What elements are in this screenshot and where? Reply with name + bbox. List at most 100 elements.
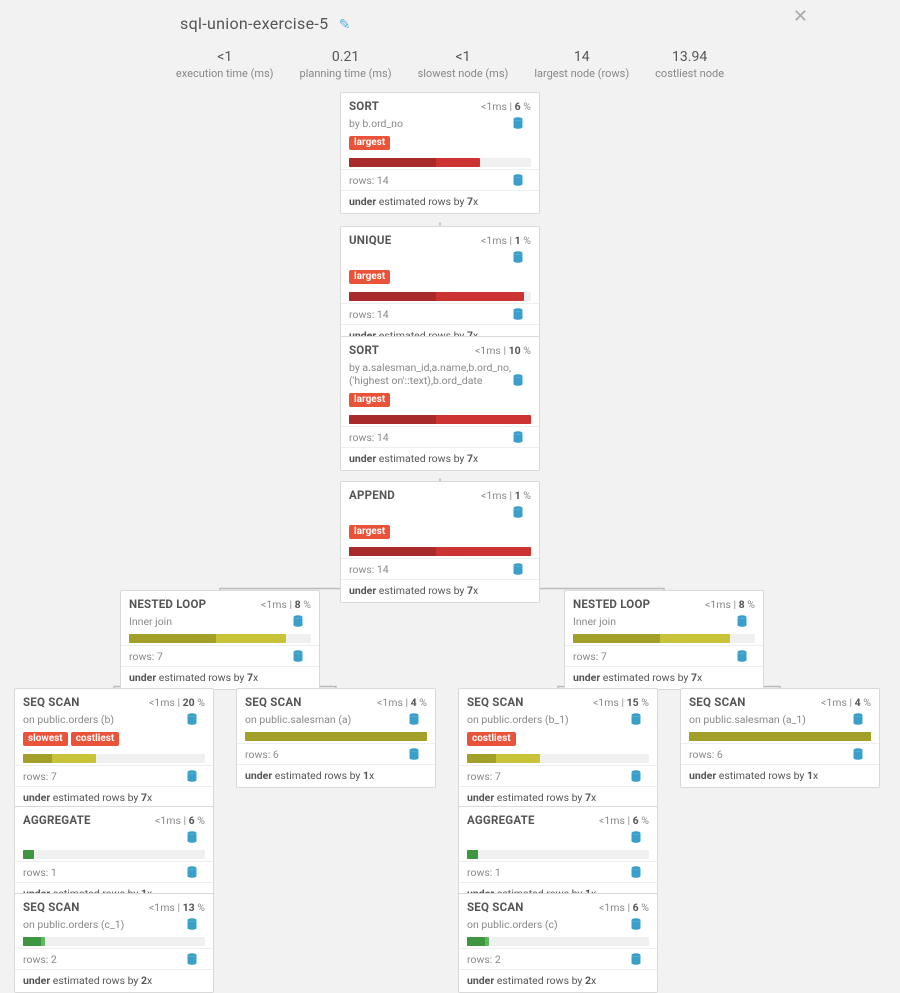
node-ss2[interactable]: SEQ SCAN <1ms | 4 % on public.salesman (a)… [236, 688, 436, 788]
node-timing: <1ms | 4 % [377, 696, 427, 709]
node-name: SORT [349, 343, 379, 357]
database-icon[interactable] [409, 713, 427, 728]
node-timing: <1ms | 6 % [599, 901, 649, 914]
stat-label: planning time (ms) [300, 67, 392, 80]
node-append[interactable]: APPEND<1ms | 1 % largestrows: 14under es… [340, 481, 540, 603]
node-unique[interactable]: UNIQUE<1ms | 1 % largestrows: 14under es… [340, 226, 540, 348]
node-timing: <1ms | 20 % [149, 696, 205, 709]
node-nl2[interactable]: NESTED LOOP<1ms | 8 %Inner joinrows: 7un… [564, 590, 764, 690]
rows-line: rows: 7 [565, 645, 763, 666]
database-icon[interactable] [631, 770, 649, 785]
estimate-line: under estimated rows by 7x [565, 666, 763, 689]
rows-line: rows: 2 [459, 948, 657, 969]
node-detail: on public.orders (c_1) [15, 918, 213, 935]
node-name: SEQ SCAN [245, 695, 302, 709]
database-icon[interactable] [513, 374, 531, 389]
pill-largest: largest [349, 136, 390, 150]
node-nl1[interactable]: NESTED LOOP<1ms | 8 %Inner joinrows: 7un… [120, 590, 320, 690]
pill-largest: largest [349, 393, 390, 407]
estimate-line: under estimated rows by 1x [681, 764, 879, 787]
node-detail [341, 251, 539, 268]
database-icon[interactable] [513, 174, 531, 189]
node-ss5[interactable]: SEQ SCAN<1ms | 13 %on public.orders (c_1… [14, 893, 214, 993]
database-icon[interactable] [737, 650, 755, 665]
database-icon[interactable] [631, 918, 649, 933]
database-icon[interactable] [513, 563, 531, 578]
database-icon[interactable] [513, 506, 531, 521]
database-icon[interactable] [853, 748, 871, 763]
estimate-line: under estimated rows by 7x [341, 190, 539, 213]
node-name: SEQ SCAN [23, 900, 80, 914]
database-icon[interactable] [187, 831, 205, 846]
node-name: AGGREGATE [23, 813, 91, 827]
database-icon[interactable] [631, 713, 649, 728]
database-icon[interactable] [513, 251, 531, 266]
stat-label: execution time (ms) [176, 67, 274, 80]
rows-bar [23, 850, 205, 859]
stat: 14largest node (rows) [534, 49, 629, 80]
rows-line: rows: 14 [341, 169, 539, 190]
database-icon[interactable] [293, 615, 311, 630]
plan-title: sql-union-exercise-5 [180, 14, 328, 33]
rows-bar [573, 634, 755, 643]
pill-largest: largest [349, 525, 390, 539]
database-icon[interactable] [187, 866, 205, 881]
database-icon[interactable] [853, 713, 871, 728]
database-icon[interactable] [513, 431, 531, 446]
estimate-line: under estimated rows by 7x [341, 579, 539, 602]
rows-line: rows: 14 [341, 303, 539, 324]
node-name: NESTED LOOP [129, 597, 206, 611]
node-detail: by b.ord_no [341, 117, 539, 134]
stat-value: <1 [418, 49, 509, 65]
rows-bar [349, 547, 531, 556]
rows-line: rows: 7 [15, 765, 213, 786]
stat-value: 14 [534, 49, 629, 65]
node-timing: <1ms | 6 % [155, 814, 205, 827]
node-ss4[interactable]: SEQ SCAN<1ms | 4 %on public.salesman (a_… [680, 688, 880, 788]
estimate-line: under estimated rows by 2x [15, 969, 213, 992]
estimate-line: under estimated rows by 7x [121, 666, 319, 689]
node-detail: on public.orders (c) [459, 918, 657, 935]
rows-bar [349, 415, 531, 424]
rows-line: rows: 14 [341, 426, 539, 447]
estimate-line: under estimated rows by 1x [237, 764, 435, 787]
node-detail: on public.salesman (a) [237, 713, 435, 730]
database-icon[interactable] [187, 918, 205, 933]
database-icon[interactable] [293, 650, 311, 665]
estimate-line: under estimated rows by 7x [341, 447, 539, 470]
rows-line: rows: 2 [15, 948, 213, 969]
node-agg1[interactable]: AGGREGATE<1ms | 6 % rows: 1under estimat… [14, 806, 214, 906]
rows-bar [349, 292, 531, 301]
database-icon[interactable] [187, 713, 205, 728]
node-ss1[interactable]: SEQ SCAN<1ms | 20 %on public.orders (b)s… [14, 688, 214, 810]
node-detail [15, 831, 213, 848]
node-timing: <1ms | 8 % [705, 598, 755, 611]
node-pills: largest [341, 391, 539, 413]
estimate-line: under estimated rows by 2x [459, 969, 657, 992]
database-icon[interactable] [737, 615, 755, 630]
database-icon[interactable] [631, 831, 649, 846]
rows-line: rows: 7 [121, 645, 319, 666]
database-icon[interactable] [187, 953, 205, 968]
database-icon[interactable] [513, 117, 531, 132]
node-timing: <1ms | 10 % [475, 344, 531, 357]
database-icon[interactable] [631, 953, 649, 968]
database-icon[interactable] [409, 748, 427, 763]
pill-largest: largest [349, 270, 390, 284]
close-icon[interactable]: ✕ [793, 6, 808, 27]
rows-bar [349, 158, 531, 167]
node-ss6[interactable]: SEQ SCAN<1ms | 6 %on public.orders (c)ro… [458, 893, 658, 993]
node-ss3[interactable]: SEQ SCAN<1ms | 15 %on public.orders (b_1… [458, 688, 658, 810]
stat-value: <1 [176, 49, 274, 65]
database-icon[interactable] [513, 308, 531, 323]
node-agg2[interactable]: AGGREGATE<1ms | 6 % rows: 1under estimat… [458, 806, 658, 906]
title-bar: sql-union-exercise-5 ✎ [0, 14, 900, 49]
stat: <1 execution time (ms) [176, 49, 274, 80]
node-sort2[interactable]: SORT<1ms | 10 %by a.salesman_id,a.name,b… [340, 336, 540, 471]
node-sort1[interactable]: SORT<1ms | 6 %by b.ord_nolargestrows: 14… [340, 92, 540, 214]
database-icon[interactable] [631, 866, 649, 881]
edit-icon[interactable]: ✎ [339, 17, 351, 33]
database-icon[interactable] [187, 770, 205, 785]
rows-bar [467, 850, 649, 859]
node-timing: <1ms | 8 % [261, 598, 311, 611]
